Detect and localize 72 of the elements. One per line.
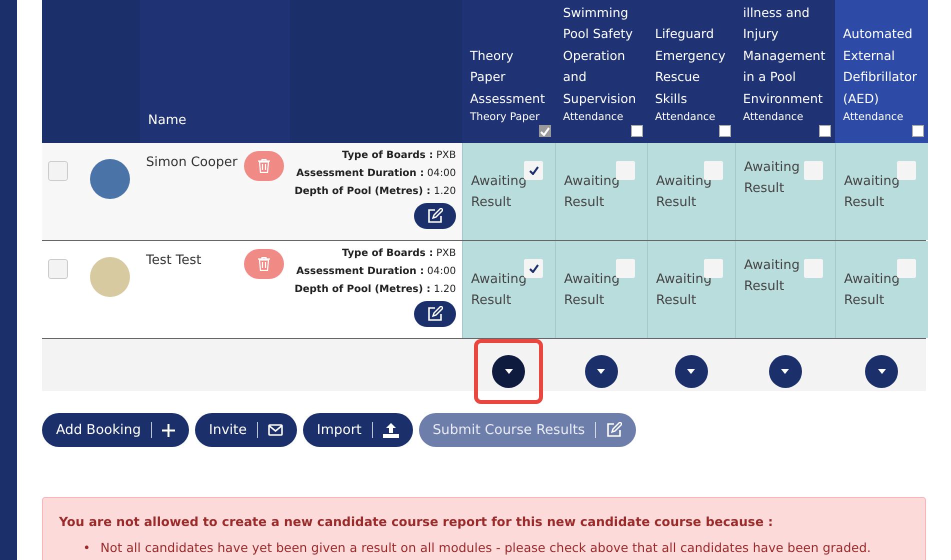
caret-icon [597, 369, 605, 374]
alert-title: You are not allowed to create a new candidate course report for this new candidate course because : [59, 514, 774, 529]
result-checkbox[interactable] [524, 259, 543, 278]
info-line: Depth of Pool (Metres) : 1.20 [294, 185, 456, 199]
alert-item: Not all candidates have yet been given a result on all modules - please check above that all candidates have been graded. [100, 540, 871, 556]
info-line: Type of Boards : PXB [342, 247, 456, 261]
result-status: Awaiting Result [844, 173, 901, 212]
candidate-name: Simon Cooper [146, 155, 238, 170]
module-subtitle: Theory Paper [470, 110, 541, 125]
dropdown-button[interactable] [584, 355, 618, 388]
mail-icon [268, 424, 283, 436]
candidate-name: Test Test [146, 253, 202, 268]
module-subtitle: Attendance [743, 110, 804, 125]
edit-button[interactable] [414, 203, 456, 229]
dropdown-button[interactable] [768, 355, 802, 388]
caret-icon [878, 369, 886, 374]
caret-icon [504, 369, 512, 374]
module-title: Automated External Defibrillator (AED) [843, 25, 918, 108]
caret-icon [687, 369, 695, 374]
result-status: Awaiting Result [471, 271, 528, 310]
header-checkbox[interactable] [719, 125, 731, 137]
check-icon [528, 264, 538, 273]
dropdown-button[interactable] [674, 355, 708, 388]
upload-icon [382, 422, 399, 438]
module-title: Theory Paper Assessment [470, 46, 546, 108]
check-icon [540, 126, 550, 136]
info-line: Assessment Duration : 04:00 [296, 167, 456, 181]
dropdown-button[interactable] [865, 355, 898, 388]
result-status: Awaiting Result [471, 173, 528, 212]
result-status: Awaiting Result [564, 271, 621, 310]
result-status: Awaiting Result [656, 271, 713, 310]
row-checkbox[interactable] [48, 259, 68, 279]
module-subtitle: Attendance [843, 110, 904, 125]
header-checkbox[interactable] [819, 125, 831, 137]
caret-icon [781, 369, 789, 374]
edit-icon [427, 208, 443, 224]
result-checkbox[interactable] [897, 259, 916, 278]
module-title: Lifeguard Emergency Rescue Skills [655, 25, 727, 108]
dropdown-button[interactable] [492, 355, 525, 388]
check-icon [528, 166, 538, 175]
action-button[interactable]: Invite [194, 413, 297, 447]
plus-icon [162, 424, 175, 436]
result-checkbox[interactable] [804, 161, 823, 180]
info-line: Assessment Duration : 04:00 [296, 265, 456, 279]
header-checkbox[interactable] [912, 125, 924, 137]
result-checkbox[interactable] [897, 161, 916, 180]
delete-button[interactable] [244, 151, 284, 181]
row-checkbox[interactable] [48, 161, 68, 181]
result-status: Awaiting Result [844, 271, 901, 310]
result-checkbox[interactable] [804, 259, 823, 278]
trash-icon [258, 159, 270, 173]
info-line: Depth of Pool (Metres) : 1.20 [294, 283, 456, 297]
module-title: illness and Injury Management in a Pool Environment [743, 4, 826, 108]
module-subtitle: Attendance [563, 110, 624, 125]
edit-icon [427, 306, 443, 322]
action-button[interactable]: Add Booking [42, 413, 189, 447]
header-checkbox[interactable] [631, 125, 643, 137]
action-button[interactable]: Import [302, 413, 413, 447]
trash-icon [258, 257, 270, 271]
result-status: Awaiting Result [564, 173, 621, 212]
info-line: Type of Boards : PXB [342, 149, 456, 163]
delete-button[interactable] [244, 249, 284, 279]
edit-icon [606, 422, 622, 438]
result-checkbox[interactable] [524, 161, 543, 180]
column-header: Name [148, 112, 188, 130]
module-title: Swimming Pool Safety Operation and Supervision [563, 4, 638, 108]
module-subtitle: Attendance [655, 110, 716, 125]
result-status: Awaiting Result [656, 173, 713, 212]
result-status: Awaiting Result [744, 159, 801, 198]
result-status: Awaiting Result [744, 257, 801, 296]
edit-button[interactable] [414, 301, 456, 327]
bullet: • [83, 540, 90, 556]
